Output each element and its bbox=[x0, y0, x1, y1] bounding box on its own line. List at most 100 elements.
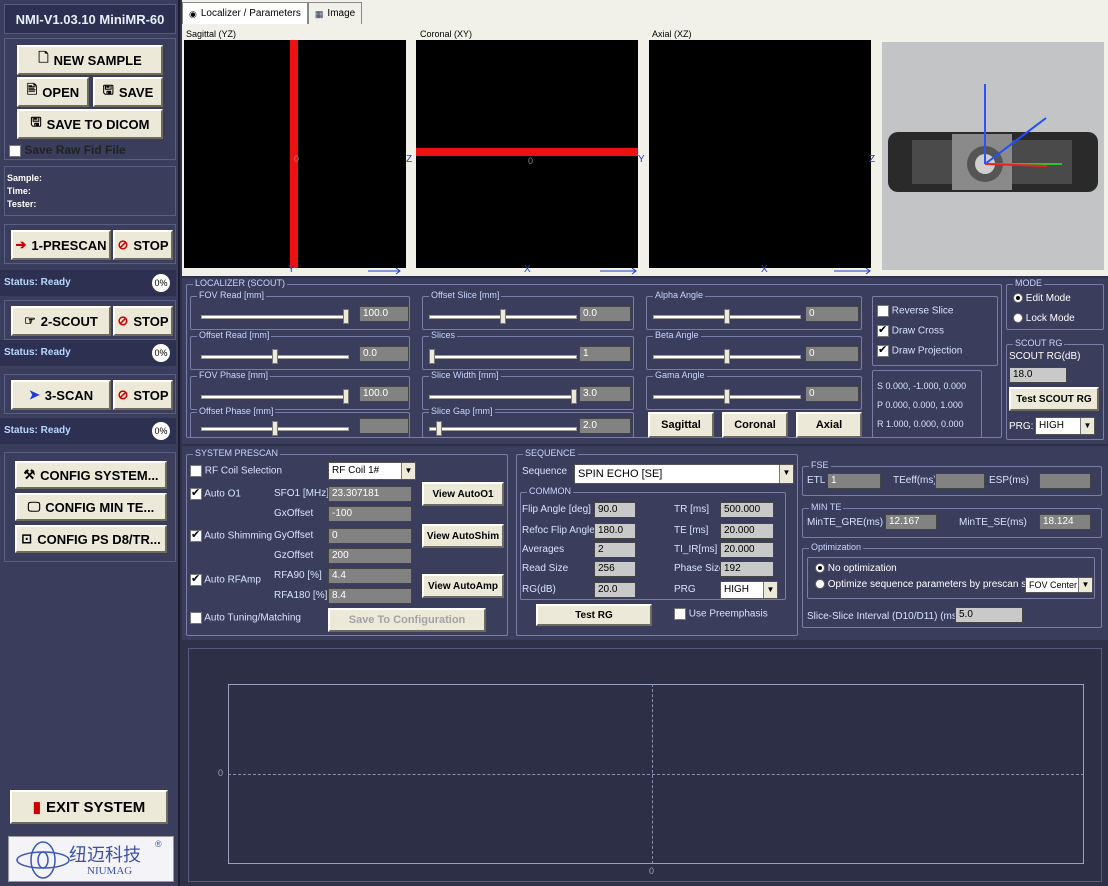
optimize-radio[interactable]: Optimize sequence parameters by prescan … bbox=[815, 579, 1041, 590]
draw-cross-checkbox[interactable]: Draw Cross bbox=[877, 323, 944, 337]
prescan-stop-button[interactable]: ⊘ STOP bbox=[113, 230, 173, 260]
offset-phase-input[interactable] bbox=[359, 418, 409, 434]
alpha-input[interactable]: 0 bbox=[805, 306, 859, 322]
fov-read-input[interactable]: 100.0 bbox=[359, 306, 409, 322]
fov-read-slider[interactable] bbox=[201, 307, 349, 325]
offset-slice-input[interactable]: 0.0 bbox=[579, 306, 631, 322]
save-raw-checkbox[interactable]: Save Raw Fid File bbox=[9, 143, 126, 157]
sfo1-input[interactable]: 23.307181 bbox=[328, 486, 412, 502]
auto-tuning-checkbox[interactable]: Auto Tuning/Matching bbox=[190, 612, 301, 624]
offset-read-slider[interactable] bbox=[201, 347, 349, 365]
flip-angle-input[interactable]: 90.0 bbox=[594, 502, 636, 518]
save-button[interactable]: 🖫 SAVE bbox=[93, 77, 163, 107]
slice-interval-input[interactable]: 5.0 bbox=[955, 607, 1023, 623]
config-system-button[interactable]: ⚒ CONFIG SYSTEM... bbox=[15, 461, 167, 489]
checkbox[interactable] bbox=[9, 144, 21, 157]
slider-thumb[interactable] bbox=[343, 389, 349, 404]
view-auto-o1-button[interactable]: View AutoO1 bbox=[422, 482, 504, 506]
beta-input[interactable]: 0 bbox=[805, 346, 859, 362]
scout-stop-button[interactable]: ⊘ STOP bbox=[113, 306, 173, 336]
slice-gap-slider[interactable] bbox=[429, 419, 577, 437]
optimize-slice-select[interactable]: FOV Center ▼ bbox=[1025, 577, 1093, 593]
gama-input[interactable]: 0 bbox=[805, 386, 859, 402]
radio-button[interactable] bbox=[1013, 313, 1023, 324]
read-size-input[interactable]: 256 bbox=[594, 561, 636, 577]
prg-select[interactable]: HIGH ▼ bbox=[720, 581, 778, 599]
alpha-slider[interactable] bbox=[653, 307, 801, 325]
gx-input[interactable]: -100 bbox=[328, 506, 412, 522]
checkbox[interactable] bbox=[190, 465, 202, 477]
slider-thumb[interactable] bbox=[724, 349, 730, 364]
rg-input[interactable]: 20.0 bbox=[594, 582, 636, 598]
save-to-dicom-button[interactable]: 🖫 SAVE TO DICOM bbox=[17, 109, 163, 139]
prescan-button[interactable]: ➔ 1-PRESCAN bbox=[11, 230, 111, 260]
radio-button[interactable] bbox=[815, 579, 825, 590]
checkbox[interactable] bbox=[877, 323, 889, 337]
coronal-button[interactable]: Coronal bbox=[722, 412, 788, 438]
open-button[interactable]: 🖹 OPEN bbox=[17, 77, 89, 107]
auto-o1-checkbox[interactable]: Auto O1 bbox=[190, 486, 241, 500]
checkbox[interactable] bbox=[190, 528, 202, 542]
radio-button[interactable] bbox=[1013, 293, 1023, 304]
config-ps-button[interactable]: ⊡ CONFIG PS D8/TR... bbox=[15, 525, 167, 553]
axial-view[interactable]: Z X bbox=[649, 40, 875, 275]
coronal-view[interactable]: 0 Y X bbox=[416, 40, 645, 275]
lock-mode-radio[interactable]: Lock Mode bbox=[1013, 313, 1075, 324]
slider-thumb[interactable] bbox=[429, 349, 435, 364]
reverse-slice-checkbox[interactable]: Reverse Slice bbox=[877, 305, 953, 317]
beta-slider[interactable] bbox=[653, 347, 801, 365]
offset-slice-slider[interactable] bbox=[429, 307, 577, 325]
checkbox[interactable] bbox=[674, 608, 686, 620]
gz-input[interactable]: 200 bbox=[328, 548, 412, 564]
save-to-configuration-button[interactable]: Save To Configuration bbox=[328, 608, 486, 632]
checkbox[interactable] bbox=[190, 612, 202, 624]
checkbox[interactable] bbox=[190, 572, 202, 586]
slider-thumb[interactable] bbox=[343, 309, 349, 324]
slider-thumb[interactable] bbox=[272, 349, 278, 364]
auto-shimming-checkbox[interactable]: Auto Shimming bbox=[190, 528, 272, 542]
edit-mode-radio[interactable]: Edit Mode bbox=[1013, 293, 1071, 304]
slider-thumb[interactable] bbox=[724, 389, 730, 404]
auto-rfamp-checkbox[interactable]: Auto RFAmp bbox=[190, 572, 261, 586]
te-input[interactable]: 20.000 bbox=[720, 523, 774, 539]
offset-phase-slider[interactable] bbox=[201, 419, 349, 437]
scout-prg-select[interactable]: HIGH ▼ bbox=[1035, 417, 1095, 435]
view-auto-shim-button[interactable]: View AutoShim bbox=[422, 524, 504, 548]
teeff-input[interactable] bbox=[935, 473, 985, 489]
rfa90-input[interactable]: 4.4 bbox=[328, 568, 412, 584]
fov-phase-slider[interactable] bbox=[201, 387, 349, 405]
slice-gap-input[interactable]: 2.0 bbox=[579, 418, 631, 434]
averages-input[interactable]: 2 bbox=[594, 542, 636, 558]
sequence-select[interactable]: SPIN ECHO [SE] ▼ bbox=[574, 464, 794, 484]
checkbox[interactable] bbox=[877, 343, 889, 357]
checkbox[interactable] bbox=[877, 305, 889, 317]
ti-ir-input[interactable]: 20.000 bbox=[720, 542, 774, 558]
use-preemphasis-checkbox[interactable]: Use Preemphasis bbox=[674, 608, 768, 620]
slider-thumb[interactable] bbox=[272, 421, 278, 436]
rfa180-input[interactable]: 8.4 bbox=[328, 588, 412, 604]
scan-stop-button[interactable]: ⊘ STOP bbox=[113, 380, 173, 410]
refoc-flip-input[interactable]: 180.0 bbox=[594, 523, 636, 539]
new-sample-button[interactable]: 🗋 NEW SAMPLE bbox=[17, 45, 163, 75]
config-min-te-button[interactable]: 🖵 CONFIG MIN TE... bbox=[15, 493, 167, 521]
slider-thumb[interactable] bbox=[436, 421, 443, 436]
test-rg-button[interactable]: Test RG bbox=[536, 604, 652, 626]
slider-thumb[interactable] bbox=[571, 389, 577, 404]
gy-input[interactable]: 0 bbox=[328, 528, 412, 544]
exit-system-button[interactable]: ▮ EXIT SYSTEM bbox=[10, 790, 168, 824]
slices-slider[interactable] bbox=[429, 347, 577, 365]
scout-button[interactable]: ☞ 2-SCOUT bbox=[11, 306, 111, 336]
phase-size-input[interactable]: 192 bbox=[720, 561, 774, 577]
no-optimization-radio[interactable]: No optimization bbox=[815, 563, 897, 574]
rf-coil-checkbox[interactable]: RF Coil Selection bbox=[190, 465, 282, 477]
draw-projection-checkbox[interactable]: Draw Projection bbox=[877, 343, 962, 357]
slice-width-input[interactable]: 3.0 bbox=[579, 386, 631, 402]
tab-image[interactable]: ▦ Image bbox=[307, 2, 363, 24]
tab-localizer[interactable]: ◉ Localizer / Parameters bbox=[182, 2, 308, 24]
view-auto-amp-button[interactable]: View AutoAmp bbox=[422, 574, 504, 598]
gama-slider[interactable] bbox=[653, 387, 801, 405]
sagittal-button[interactable]: Sagittal bbox=[648, 412, 714, 438]
checkbox[interactable] bbox=[190, 486, 202, 500]
etl-input[interactable]: 1 bbox=[827, 473, 881, 489]
scan-button[interactable]: ➤ 3-SCAN bbox=[11, 380, 111, 410]
